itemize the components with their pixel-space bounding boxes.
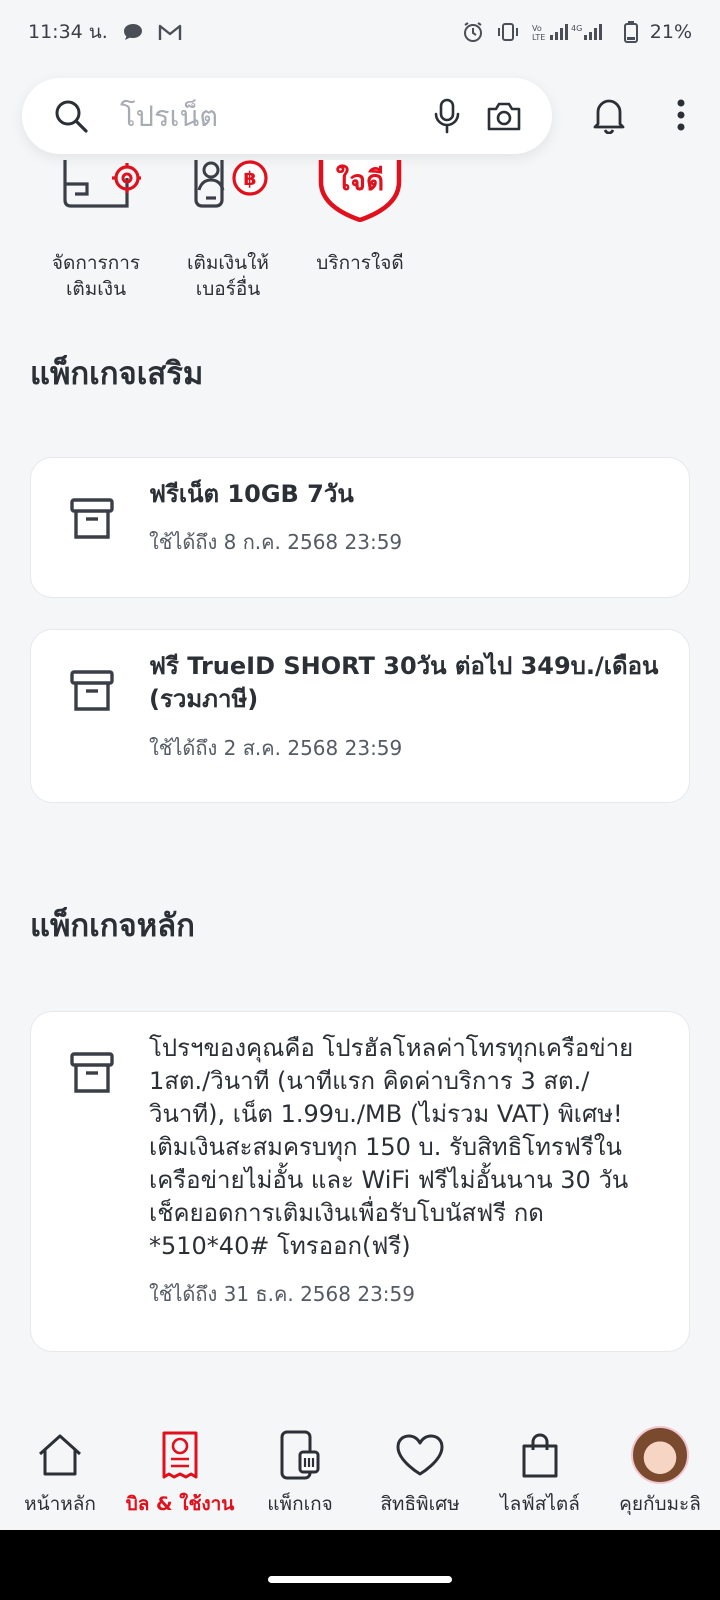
quick-action-label: บริการใจดี — [316, 252, 404, 274]
home-icon — [36, 1427, 84, 1483]
nav-label: สิทธิพิเศษ — [380, 1493, 460, 1515]
package-title: โปรฯของคุณคือ โปรฮัลโหลค่าโทรทุกเครือข่า… — [149, 1034, 634, 1260]
package-card[interactable]: ฟรี TrueID SHORT 30วัน ต่อไป 349บ./เดือน… — [30, 629, 690, 803]
package-phone-icon — [278, 1427, 322, 1483]
package-card[interactable]: โปรฯของคุณคือ โปรฮัลโหลค่าโทรทุกเครือข่า… — [30, 1011, 690, 1352]
nav-label: หน้าหลัก — [24, 1493, 96, 1515]
jaidee-shield-icon: ใจดี — [290, 160, 430, 222]
bill-icon — [160, 1427, 200, 1483]
alarm-icon — [462, 21, 484, 43]
topup-settings-icon — [26, 160, 166, 222]
volte-signal-icon: Vo LTE 4G — [532, 22, 612, 42]
shopping-bag-icon — [520, 1427, 560, 1483]
vibrate-icon — [496, 22, 520, 42]
archive-box-icon — [69, 1050, 115, 1100]
topup-other-icon: ฿ — [158, 160, 298, 222]
jaidee-badge-text: ใจดี — [336, 164, 384, 197]
search-icon[interactable] — [52, 97, 90, 135]
quick-action-manage-topup[interactable]: จัดการการ เติมเงิน — [26, 160, 166, 302]
status-time: 11:34 น. — [28, 21, 108, 43]
nav-label: แพ็กเกจ — [267, 1493, 333, 1515]
svg-text:฿: ฿ — [243, 168, 256, 190]
nav-item-lifestyle[interactable]: ไลฟ์สไตล์ — [480, 1425, 600, 1530]
svg-text:LTE: LTE — [532, 33, 545, 42]
archive-box-icon — [69, 496, 115, 546]
microphone-icon[interactable] — [434, 98, 460, 134]
package-expiry: ใช้ได้ถึง 8 ก.ค. 2568 23:59 — [149, 530, 403, 554]
package-title: ฟรีเน็ต 10GB 7วัน — [149, 480, 354, 508]
system-navigation-bar — [0, 1530, 720, 1600]
extra-packages-title: แพ็กเกจเสริม — [30, 356, 204, 392]
bottom-navigation: หน้าหลัก บิล & ใช้งาน แพ็กเกจ สิทธิพิเศษ… — [0, 1425, 720, 1530]
svg-text:4G: 4G — [571, 24, 582, 33]
nav-item-chat-mali[interactable]: คุยกับมะลิ — [600, 1425, 720, 1530]
nav-item-home[interactable]: หน้าหลัก — [0, 1425, 120, 1530]
camera-icon[interactable] — [486, 100, 522, 132]
more-options-icon[interactable] — [676, 98, 686, 132]
battery-icon — [623, 21, 638, 43]
nav-label: บิล & ใช้งาน — [125, 1493, 235, 1515]
mali-avatar — [631, 1426, 689, 1484]
archive-box-icon — [69, 668, 115, 718]
status-bar: 11:34 น. Vo LTE 4G 21% — [0, 0, 720, 64]
nav-label: คุยกับมะลิ — [619, 1493, 701, 1515]
nav-item-bill-usage[interactable]: บิล & ใช้งาน — [120, 1425, 240, 1530]
search-input[interactable]: โปรเน็ต — [120, 93, 434, 139]
nav-item-package[interactable]: แพ็กเกจ — [240, 1425, 360, 1530]
package-expiry: ใช้ได้ถึง 2 ส.ค. 2568 23:59 — [149, 736, 403, 760]
main-package-title: แพ็กเกจหลัก — [30, 908, 195, 944]
battery-level: 21% — [649, 21, 692, 43]
nav-item-privileges[interactable]: สิทธิพิเศษ — [360, 1425, 480, 1530]
notification-bell-icon[interactable] — [592, 96, 626, 134]
quick-action-label: จัดการการ เติมเงิน — [51, 252, 141, 300]
quick-action-topup-other[interactable]: ฿ เติมเงินให้ เบอร์อื่น — [158, 160, 298, 302]
search-row: โปรเน็ต — [0, 78, 720, 154]
home-gesture-handle[interactable] — [268, 1576, 452, 1583]
gmail-icon — [158, 23, 182, 41]
package-title: ฟรี TrueID SHORT 30วัน ต่อไป 349บ./เดือน… — [149, 652, 659, 713]
search-bar[interactable]: โปรเน็ต — [22, 78, 552, 154]
quick-actions: จัดการการ เติมเงิน ฿ เติมเงินให้ เบอร์อื… — [0, 160, 720, 310]
svg-text:Vo: Vo — [532, 24, 542, 33]
package-card[interactable]: ฟรีเน็ต 10GB 7วัน ใช้ได้ถึง 8 ก.ค. 2568 … — [30, 457, 690, 598]
quick-action-label: เติมเงินให้ เบอร์อื่น — [187, 252, 269, 300]
heart-icon — [395, 1427, 445, 1483]
nav-label: ไลฟ์สไตล์ — [500, 1493, 580, 1515]
chat-notification-icon — [122, 22, 144, 42]
quick-action-jaidee[interactable]: ใจดี บริการใจดี — [290, 160, 430, 276]
package-expiry: ใช้ได้ถึง 31 ธ.ค. 2568 23:59 — [149, 1282, 415, 1306]
